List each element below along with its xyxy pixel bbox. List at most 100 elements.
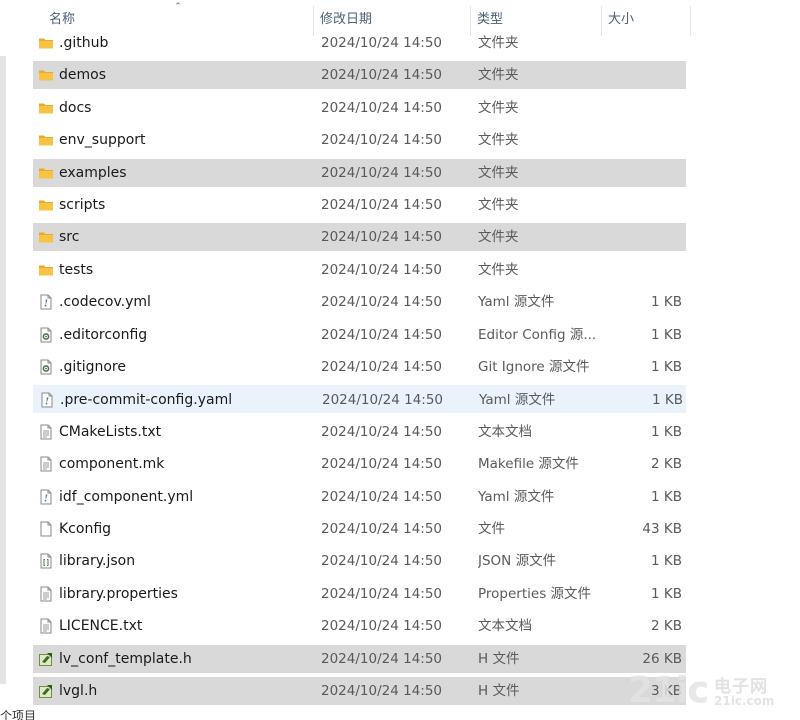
column-header-size-label: 大小 <box>608 12 635 27</box>
header-file-icon <box>38 683 54 699</box>
navigation-pane-edge <box>0 56 6 684</box>
file-name: library.properties <box>59 585 178 602</box>
file-row[interactable]: .editorconfig 2024/10/24 14:50 Editor Conf… <box>33 321 686 349</box>
file-name: CMakeLists.txt <box>59 423 162 440</box>
file-name: library.json <box>59 553 136 570</box>
file-date: 2024/10/24 14:50 <box>321 67 443 84</box>
file-type: 文件夹 <box>478 197 519 213</box>
file-size <box>613 126 682 154</box>
file-name: tests <box>59 261 94 278</box>
file-type: Makefile 源文件 <box>478 456 579 473</box>
file-size: 1 KB <box>651 423 682 440</box>
file-size <box>613 191 682 219</box>
file-date: 2024/10/24 14:50 <box>322 392 444 409</box>
file-name: lv_conf_template.h <box>59 650 192 667</box>
file-row[interactable]: docs 2024/10/24 14:50 文件夹 <box>33 94 686 122</box>
file-type: Git Ignore 源文件 <box>478 359 590 375</box>
folder-icon <box>38 67 54 83</box>
file-row[interactable]: scripts 2024/10/24 14:50 文件夹 <box>33 191 686 219</box>
file-date: 2024/10/24 14:50 <box>321 521 443 537</box>
header-file-icon <box>38 651 54 667</box>
file-size: 1 KB <box>651 488 682 505</box>
file-row[interactable]: ! .pre-commit-config.yaml 2024/10/24 14:50… <box>33 385 686 414</box>
file-row[interactable]: ! idf_component.yml 2024/10/24 14:50 Yaml 源… <box>33 483 686 511</box>
folder-icon <box>38 165 54 181</box>
file-size: 1 KB <box>651 585 682 602</box>
file-row[interactable]: library.json 2024/10/24 14:50 JSON 源文件 1 KB <box>33 547 686 575</box>
file-date: 2024/10/24 14:50 <box>321 294 443 311</box>
file-name: idf_component.yml <box>59 488 194 505</box>
file-size: 2 KB <box>651 618 682 635</box>
file-date: 2024/10/24 14:50 <box>321 488 443 505</box>
file-row[interactable]: src 2024/10/24 14:50 文件夹 <box>33 223 686 252</box>
file-name: .codecov.yml <box>59 294 151 311</box>
file-row[interactable]: LICENCE.txt 2024/10/24 14:50 文本文档 2 KB <box>33 612 686 640</box>
folder-icon <box>38 197 54 213</box>
file-type: 文件夹 <box>478 229 519 246</box>
file-date: 2024/10/24 14:50 <box>321 456 443 473</box>
file-type: 文件夹 <box>478 261 519 278</box>
file-type: 文件夹 <box>478 99 519 116</box>
file-type: Properties 源文件 <box>478 585 592 602</box>
file-row[interactable]: component.mk 2024/10/24 14:50 Makefile 源文件… <box>33 450 686 478</box>
file-size <box>613 159 682 187</box>
file-size <box>613 256 682 284</box>
file-date: 2024/10/24 14:50 <box>321 650 443 667</box>
config-file-icon <box>38 359 54 375</box>
file-name: .pre-commit-config.yaml <box>60 392 233 409</box>
file-size <box>613 61 682 89</box>
file-size: 43 KB <box>642 521 682 537</box>
file-row[interactable]: examples 2024/10/24 14:50 文件夹 <box>33 158 686 187</box>
config-file-icon <box>38 327 54 343</box>
file-type: 文件夹 <box>478 35 519 51</box>
file-size <box>613 223 682 251</box>
file-type: 文件夹 <box>478 164 519 181</box>
column-header-date-label: 修改日期 <box>320 12 373 27</box>
folder-icon <box>38 35 54 51</box>
file-name: .editorconfig <box>59 326 148 343</box>
file-name: demos <box>59 67 106 84</box>
folder-icon <box>38 229 54 245</box>
file-name: lvgl.h <box>59 683 98 699</box>
file-date: 2024/10/24 14:50 <box>321 359 443 375</box>
file-name: LICENCE.txt <box>59 618 143 635</box>
sort-ascending-icon: ⌃ <box>174 2 182 12</box>
file-date: 2024/10/24 14:50 <box>321 585 443 602</box>
file-type: 文件 <box>478 521 505 537</box>
file-type: Yaml 源文件 <box>479 392 556 409</box>
file-row[interactable]: lvgl.h 2024/10/24 14:50 H 文件 3 KB <box>33 677 686 705</box>
column-divider[interactable] <box>690 6 691 36</box>
text-file-icon <box>38 456 54 472</box>
yaml-file-icon: ! <box>38 294 54 310</box>
file-row[interactable]: CMakeLists.txt 2024/10/24 14:50 文本文档 1 KB <box>33 418 686 446</box>
file-row[interactable]: Kconfig 2024/10/24 14:50 文件 43 KB <box>33 515 686 543</box>
svg-text:!: ! <box>45 398 49 408</box>
file-size: 1 KB <box>651 294 682 311</box>
file-size: 1 KB <box>651 553 682 570</box>
text-file-icon <box>38 586 54 602</box>
file-row[interactable]: tests 2024/10/24 14:50 文件夹 <box>33 256 686 284</box>
file-row[interactable]: demos 2024/10/24 14:50 文件夹 <box>33 61 686 90</box>
file-type: H 文件 <box>478 650 520 667</box>
file-size: 1 KB <box>652 392 683 409</box>
file-row[interactable]: .gitignore 2024/10/24 14:50 Git Ignore 源文件… <box>33 353 686 381</box>
file-date: 2024/10/24 14:50 <box>321 553 443 570</box>
file-row[interactable]: ! .codecov.yml 2024/10/24 14:50 Yaml 源文件 1 K… <box>33 288 686 316</box>
file-date: 2024/10/24 14:50 <box>321 423 443 440</box>
file-row[interactable]: lv_conf_template.h 2024/10/24 14:50 H 文件 26… <box>33 644 686 673</box>
file-date: 2024/10/24 14:50 <box>321 618 443 635</box>
file-size: 26 KB <box>642 650 682 667</box>
file-row[interactable]: env_support 2024/10/24 14:50 文件夹 <box>33 126 686 154</box>
file-type: 文件夹 <box>478 67 519 84</box>
file-date: 2024/10/24 14:50 <box>321 326 443 343</box>
file-type: JSON 源文件 <box>478 553 557 570</box>
file-name: component.mk <box>59 456 165 473</box>
status-bar-item-count: 个项目 <box>0 710 37 720</box>
file-row[interactable]: library.properties 2024/10/24 14:50 Proper… <box>33 580 686 608</box>
file-type: 文本文档 <box>478 618 532 635</box>
file-size: 2 KB <box>651 456 682 473</box>
file-name: env_support <box>59 132 146 149</box>
folder-icon <box>38 132 54 148</box>
svg-text:!: ! <box>44 494 48 504</box>
file-row[interactable]: .github 2024/10/24 14:50 文件夹 <box>33 29 686 57</box>
